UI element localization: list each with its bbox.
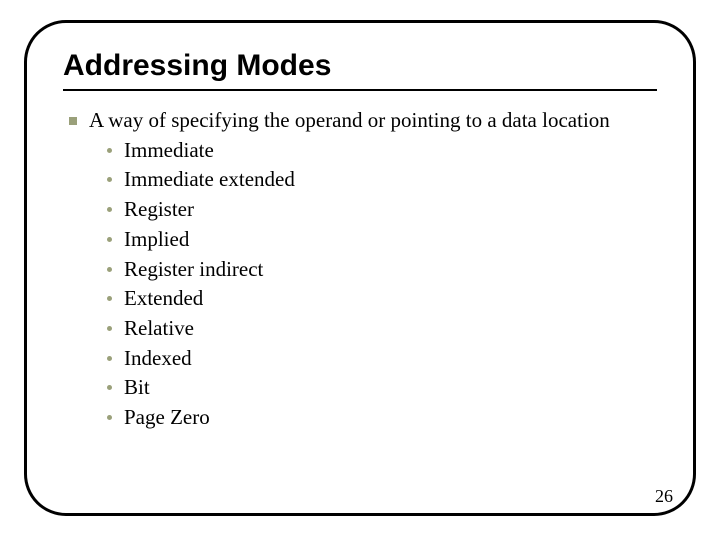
- list-item-label: Indexed: [124, 345, 192, 373]
- list-item: Immediate: [107, 137, 657, 165]
- dot-bullet-icon: [107, 326, 112, 331]
- list-item-label: Register indirect: [124, 256, 263, 284]
- slide-title: Addressing Modes: [63, 49, 657, 83]
- dot-bullet-icon: [107, 177, 112, 182]
- list-item: Extended: [107, 285, 657, 313]
- list-item-label: Relative: [124, 315, 194, 343]
- square-bullet-icon: [69, 117, 77, 125]
- list-item: Register indirect: [107, 256, 657, 284]
- list-item: Bit: [107, 374, 657, 402]
- list-item-label: Implied: [124, 226, 189, 254]
- dot-bullet-icon: [107, 237, 112, 242]
- list-item-label: Page Zero: [124, 404, 210, 432]
- dot-bullet-icon: [107, 207, 112, 212]
- dot-bullet-icon: [107, 296, 112, 301]
- list-item: Implied: [107, 226, 657, 254]
- list-item-label: Immediate: [124, 137, 214, 165]
- sub-list: Immediate Immediate extended Register Im…: [107, 137, 657, 432]
- list-item: Register: [107, 196, 657, 224]
- list-item: Immediate extended: [107, 166, 657, 194]
- slide-body: A way of specifying the operand or point…: [63, 107, 657, 432]
- dot-bullet-icon: [107, 356, 112, 361]
- list-item-label: Register: [124, 196, 194, 224]
- dot-bullet-icon: [107, 415, 112, 420]
- title-underline: [63, 89, 657, 91]
- list-item: Page Zero: [107, 404, 657, 432]
- list-item: Indexed: [107, 345, 657, 373]
- lead-line: A way of specifying the operand or point…: [69, 107, 657, 135]
- dot-bullet-icon: [107, 148, 112, 153]
- list-item-label: Extended: [124, 285, 203, 313]
- page-number: 26: [655, 486, 673, 507]
- lead-text: A way of specifying the operand or point…: [89, 107, 610, 135]
- list-item: Relative: [107, 315, 657, 343]
- list-item-label: Immediate extended: [124, 166, 295, 194]
- dot-bullet-icon: [107, 385, 112, 390]
- slide-frame: Addressing Modes A way of specifying the…: [24, 20, 696, 516]
- dot-bullet-icon: [107, 267, 112, 272]
- slide: Addressing Modes A way of specifying the…: [0, 0, 720, 540]
- list-item-label: Bit: [124, 374, 150, 402]
